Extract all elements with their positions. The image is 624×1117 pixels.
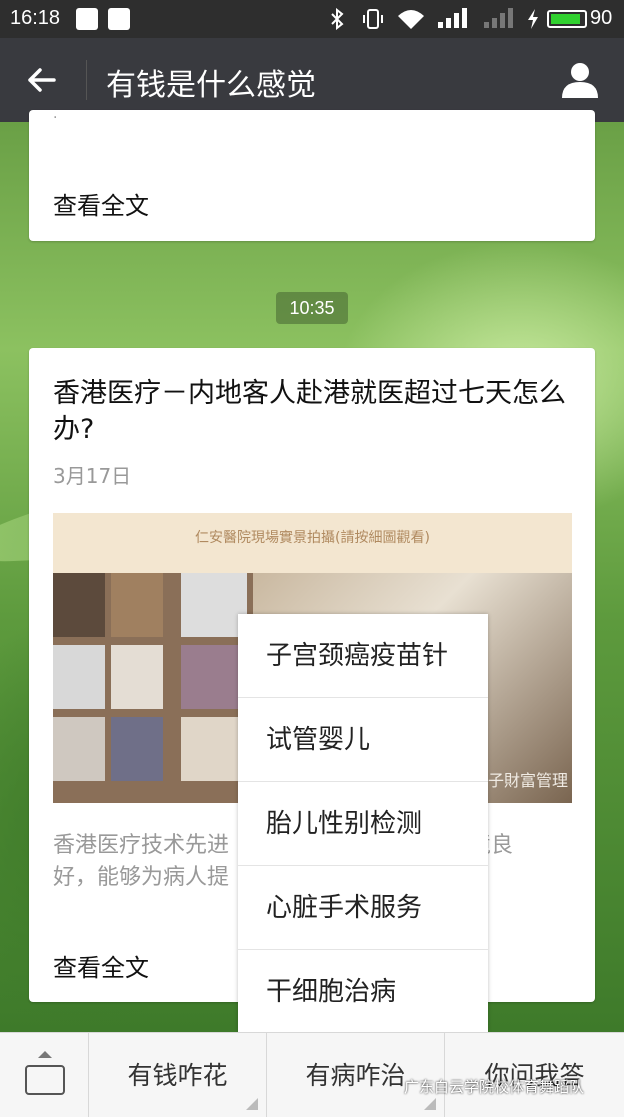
menu-item-heart-surgery[interactable]: 心脏手术服务 [238, 866, 488, 950]
status-time: 16:18 [10, 7, 61, 29]
notification-icon [76, 8, 98, 30]
menu-tab-qa[interactable]: 你问我答 [445, 1033, 624, 1117]
prev-article-card[interactable]: · 查看全文 [29, 110, 595, 241]
submenu-popup: 子宫颈癌疫苗针 试管婴儿 胎儿性别检测 心脏手术服务 干细胞治病 [238, 614, 488, 1032]
summary-line1-left: 香港医疗技术先进 [53, 833, 230, 858]
arrow-left-icon[interactable] [20, 58, 64, 102]
watermark: 广东白云学院校体育舞蹈队 [404, 1078, 585, 1096]
wifi-icon [398, 10, 424, 29]
charging-icon [528, 9, 538, 29]
image-caption: 仁安醫院現場實景拍攝(請按細圖觀看) [195, 530, 430, 546]
menu-item-hpv-vaccine[interactable]: 子宫颈癌疫苗针 [238, 614, 488, 698]
page-title: 有钱是什么感觉 [106, 68, 316, 103]
article-date: 3月17日 [53, 464, 132, 488]
menu-item-ivf[interactable]: 试管婴儿 [238, 698, 488, 782]
title-divider [86, 60, 87, 100]
menu-item-gender-test[interactable]: 胎儿性别检测 [238, 782, 488, 866]
status-bar: 16:18 90 [0, 0, 624, 38]
thumbnail [53, 573, 105, 637]
submenu-indicator-icon [246, 1098, 258, 1110]
menu-tab-label: 有病咋治 [305, 1061, 406, 1090]
thumbnail [111, 645, 163, 709]
bluetooth-icon [331, 8, 344, 30]
thumbnail [53, 717, 105, 781]
arrow-up-icon [38, 1051, 52, 1058]
signal-icon [484, 8, 513, 28]
article-title[interactable]: 香港医疗－内地客人赴港就医超过七天怎么办? [53, 376, 573, 448]
cut-off-text: · [53, 110, 58, 126]
battery-percent: 90 [590, 7, 613, 29]
signal-4g-icon [438, 8, 467, 28]
thumbnail [111, 573, 163, 637]
menu-tab-money[interactable]: 有钱咋花 [89, 1033, 267, 1117]
read-more-link[interactable]: 查看全文 [53, 186, 149, 221]
submenu-indicator-icon [424, 1098, 436, 1110]
menu-item-stem-cell[interactable]: 干细胞治病 [238, 950, 488, 1034]
battery-icon [547, 10, 587, 28]
timestamp-badge: 10:35 [276, 292, 348, 324]
vibrate-icon [363, 9, 383, 29]
summary-line2-left: 好，能够为病人提 [53, 865, 230, 890]
keyboard-icon [25, 1065, 65, 1095]
upload-icon [108, 8, 130, 30]
battery-level [551, 14, 580, 24]
menu-tab-health[interactable]: 有病咋治 [267, 1033, 445, 1117]
keyboard-toggle-button[interactable] [0, 1033, 89, 1117]
thumbnail [53, 645, 105, 709]
bottom-menu-bar: 有钱咋花 有病咋治 你问我答 [0, 1032, 624, 1117]
read-more-link[interactable]: 查看全文 [53, 948, 149, 983]
person-icon[interactable] [558, 58, 602, 102]
thumbnail [111, 717, 163, 781]
menu-tab-label: 有钱咋花 [127, 1061, 228, 1090]
image-watermark: 子財富管理 [487, 771, 568, 790]
